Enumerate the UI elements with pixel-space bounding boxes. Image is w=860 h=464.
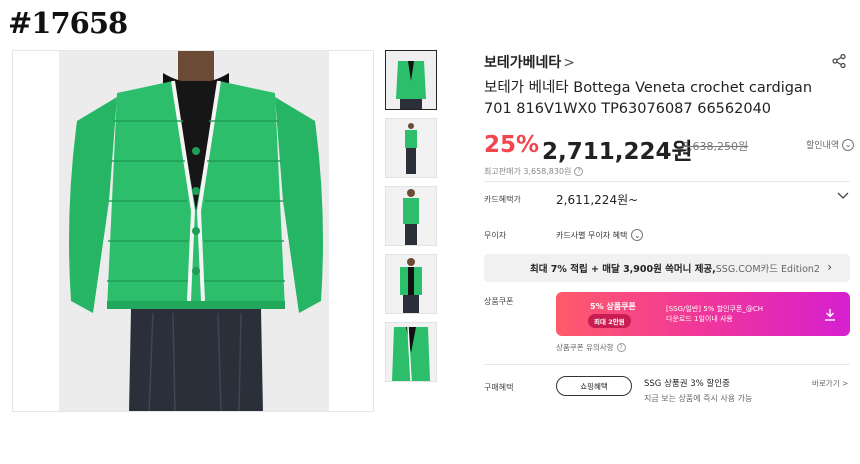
brand-link[interactable]: 보테가베네타 > — [484, 52, 575, 72]
banner-card-name: SSG.COM카드 Edition2 — [715, 264, 820, 275]
brand-name: 보테가베네타 — [484, 55, 562, 71]
chevron-down-icon: ⌄ — [631, 229, 644, 241]
purchase-benefit-title: SSG 상품권 3% 할인중 — [644, 379, 730, 389]
thumbnail-5[interactable] — [385, 322, 437, 382]
coupon-download-card[interactable]: 5% 상품쿠폰 최대 2만원 [SSG/일반] 5% 할인쿠폰_@CH 다운로드… — [556, 292, 850, 336]
chevron-right-icon: › — [827, 260, 832, 274]
coupon-title: 5% 상품쿠폰 — [590, 302, 636, 311]
sale-price: 2,711,224원 — [542, 139, 693, 165]
thumbnail-3[interactable] — [385, 186, 437, 246]
chevron-down-icon[interactable] — [837, 190, 849, 203]
purchase-benefit-subtitle: 지금 보는 상품에 즉시 사용 가능 — [644, 394, 753, 403]
banner-highlight: 최대 7% 적립 + 매달 3,900원 쓱머니 제공, — [530, 264, 716, 275]
max-price-label: 최고판매가 3,658,830원 — [484, 167, 572, 176]
price-history-button[interactable]: 할인내역 ⌄ — [806, 138, 855, 151]
coupon-usage-note: 다운로드 1일이내 사용 — [666, 315, 733, 323]
card-benefit-label: 카드혜택가 — [484, 195, 521, 204]
thumbnail-list — [385, 50, 437, 390]
thumbnail-4[interactable] — [385, 254, 437, 314]
divider — [484, 181, 850, 182]
chevron-down-icon: ⌄ — [842, 138, 855, 151]
coupon-description: [SSG/일반] 5% 할인쿠폰_@CH — [666, 305, 763, 313]
post-number-tag: #17658 — [8, 6, 128, 40]
help-icon: ? — [616, 343, 626, 352]
chevron-right-icon: > — [563, 55, 576, 71]
download-icon[interactable] — [824, 306, 836, 325]
price-history-label: 할인내역 — [806, 141, 840, 151]
card-benefit-price: 2,611,224원~ — [556, 193, 639, 207]
shopping-benefit-button[interactable]: 쇼핑혜택 — [556, 376, 632, 396]
share-icon[interactable] — [832, 53, 846, 72]
interest-free-button[interactable]: 카드사별 무이자 혜택 ⌄ — [556, 229, 644, 241]
card-promo-banner[interactable]: 최대 7% 적립 + 매달 3,900원 쓱머니 제공, SSG.COM카드 E… — [484, 254, 850, 282]
discount-rate: 25% — [484, 132, 540, 158]
divider — [484, 364, 850, 365]
coupon-notice-text: 상품쿠폰 유의사항 — [556, 343, 614, 352]
help-icon[interactable]: ? — [574, 167, 584, 176]
interest-free-label: 무이자 — [484, 231, 507, 240]
original-price: 3,638,250원 — [682, 140, 749, 153]
thumbnail-2[interactable] — [385, 118, 437, 178]
product-title: 보테가 베네타 Bottega Veneta crochet cardigan … — [484, 80, 813, 117]
interest-free-text: 카드사별 무이자 혜택 — [556, 230, 628, 240]
see-more-link[interactable]: 바로가기 > — [812, 378, 848, 389]
purchase-benefit-label: 구매혜택 — [484, 383, 514, 392]
coupon-notice-link[interactable]: 상품쿠폰 유의사항 ? — [556, 342, 626, 353]
coupon-label: 상품쿠폰 — [484, 297, 514, 306]
coupon-max-badge: 최대 2만원 — [588, 314, 631, 328]
main-product-image[interactable] — [12, 50, 374, 412]
thumbnail-1[interactable] — [385, 50, 437, 110]
max-price-info: 최고판매가 3,658,830원 ? — [484, 166, 584, 177]
